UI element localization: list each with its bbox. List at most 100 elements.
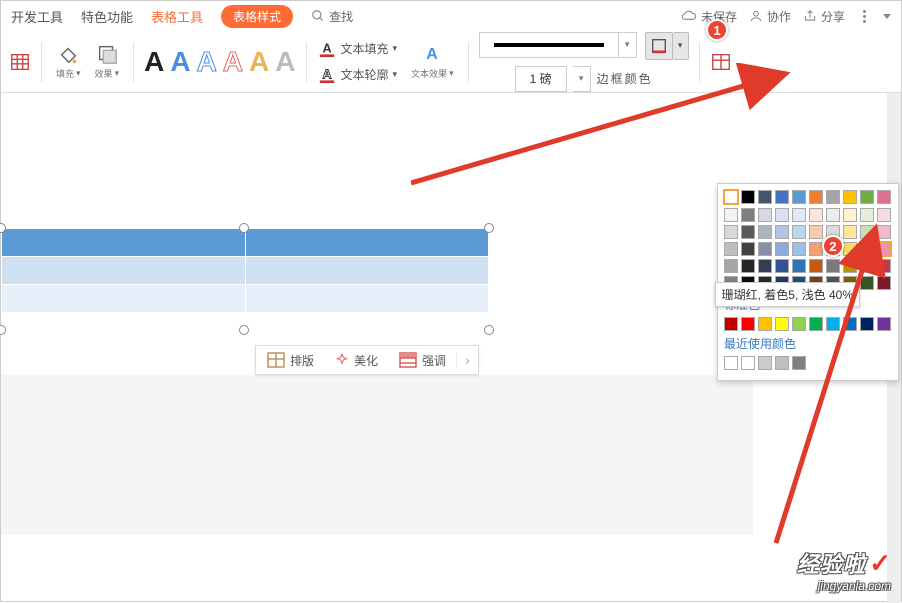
selection-handle[interactable]	[0, 325, 6, 335]
color-swatch[interactable]	[792, 317, 806, 331]
color-swatch[interactable]	[775, 259, 789, 273]
color-swatch[interactable]	[775, 242, 789, 256]
border-weight-caret[interactable]: ▾	[573, 66, 591, 92]
text-effect-button[interactable]: A 文本效果 ▾	[407, 41, 458, 82]
color-swatch[interactable]	[809, 190, 823, 204]
border-weight[interactable]: 1 磅	[515, 66, 567, 92]
color-swatch[interactable]	[758, 356, 772, 370]
color-swatch[interactable]	[826, 190, 840, 204]
selection-handle[interactable]	[239, 223, 249, 233]
border-color-text-button[interactable]: 边框颜色	[597, 70, 653, 87]
minimize-ribbon-icon[interactable]	[883, 14, 891, 19]
selection-handle[interactable]	[239, 325, 249, 335]
search-button[interactable]: 查找	[311, 8, 353, 25]
wordart-style-6[interactable]: A	[275, 46, 295, 78]
color-swatch[interactable]	[741, 356, 755, 370]
selection-handle[interactable]	[484, 325, 494, 335]
collab-button[interactable]: 协作	[749, 8, 791, 25]
color-swatch[interactable]	[843, 317, 857, 331]
border-line-style[interactable]	[479, 32, 619, 58]
color-swatch[interactable]	[826, 208, 840, 222]
table-properties-icon[interactable]	[710, 51, 732, 73]
color-swatch[interactable]	[792, 190, 806, 204]
color-swatch[interactable]	[843, 242, 857, 256]
ctx-beautify-button[interactable]: 美化	[324, 352, 388, 369]
color-swatch[interactable]	[758, 242, 772, 256]
text-fill-button[interactable]: A 文本填充 ▾	[317, 39, 398, 59]
text-outline-button[interactable]: A 文本轮廓 ▾	[317, 65, 398, 85]
color-swatch[interactable]	[758, 208, 772, 222]
tab-dev-tools[interactable]: 开发工具	[11, 7, 63, 26]
color-swatch[interactable]	[826, 259, 840, 273]
table-cell[interactable]	[245, 257, 489, 285]
border-line-style-caret[interactable]: ▾	[619, 32, 637, 58]
color-swatch[interactable]	[724, 259, 738, 273]
color-swatch[interactable]	[877, 276, 891, 290]
color-swatch[interactable]	[792, 242, 806, 256]
wordart-style-5[interactable]: A	[249, 46, 269, 78]
color-swatch[interactable]	[877, 208, 891, 222]
tab-special[interactable]: 特色功能	[81, 7, 133, 26]
color-swatch[interactable]	[877, 259, 891, 273]
color-swatch[interactable]	[775, 190, 789, 204]
color-swatch[interactable]	[775, 356, 789, 370]
color-swatch[interactable]	[860, 208, 874, 222]
color-swatch[interactable]	[758, 190, 772, 204]
color-swatch[interactable]	[724, 317, 738, 331]
wordart-style-4[interactable]: A	[223, 46, 243, 78]
color-swatch[interactable]	[724, 208, 738, 222]
color-swatch[interactable]	[741, 225, 755, 239]
color-swatch[interactable]	[860, 317, 874, 331]
color-swatch[interactable]	[860, 276, 874, 290]
selection-handle[interactable]	[484, 223, 494, 233]
color-swatch[interactable]	[792, 225, 806, 239]
share-button[interactable]: 分享	[803, 8, 845, 25]
color-swatch[interactable]	[809, 208, 823, 222]
color-swatch[interactable]	[775, 208, 789, 222]
table-cell[interactable]	[2, 229, 246, 257]
fill-button[interactable]: 填充 ▾	[52, 41, 85, 82]
color-swatch[interactable]	[792, 356, 806, 370]
color-swatch[interactable]	[741, 317, 755, 331]
effect-button[interactable]: 效果 ▾	[91, 41, 124, 82]
table-icon[interactable]	[9, 51, 31, 73]
slide-table[interactable]	[1, 228, 489, 313]
color-swatch[interactable]	[860, 242, 874, 256]
color-swatch[interactable]	[809, 225, 823, 239]
color-swatch[interactable]	[741, 208, 755, 222]
color-swatch[interactable]	[792, 259, 806, 273]
color-swatch[interactable]	[826, 317, 840, 331]
color-swatch[interactable]	[843, 225, 857, 239]
color-swatch[interactable]	[860, 225, 874, 239]
tab-table-style[interactable]: 表格样式	[221, 5, 293, 28]
wordart-style-1[interactable]: A	[144, 46, 164, 78]
border-color-button[interactable]	[645, 32, 673, 60]
color-swatch[interactable]	[877, 242, 891, 256]
color-swatch[interactable]	[843, 190, 857, 204]
ctx-layout-button[interactable]: 排版	[256, 351, 324, 369]
color-swatch[interactable]	[758, 225, 772, 239]
color-swatch[interactable]	[741, 259, 755, 273]
color-swatch[interactable]	[741, 242, 755, 256]
ctx-highlight-button[interactable]: 强调	[388, 351, 456, 369]
color-swatch[interactable]	[775, 317, 789, 331]
wordart-style-3[interactable]: A	[197, 46, 217, 78]
color-swatch[interactable]	[809, 317, 823, 331]
tab-table-tool[interactable]: 表格工具	[151, 7, 203, 26]
table-cell[interactable]	[245, 285, 489, 313]
color-swatch[interactable]	[775, 225, 789, 239]
color-swatch[interactable]	[741, 190, 755, 204]
border-color-caret[interactable]: ▾	[673, 32, 689, 60]
color-swatch[interactable]	[877, 317, 891, 331]
color-swatch[interactable]	[877, 225, 891, 239]
color-swatch[interactable]	[724, 242, 738, 256]
color-swatch[interactable]	[809, 242, 823, 256]
table-cell[interactable]	[2, 257, 246, 285]
color-swatch[interactable]	[860, 259, 874, 273]
table-cell[interactable]	[2, 285, 246, 313]
color-swatch[interactable]	[860, 190, 874, 204]
color-swatch[interactable]	[792, 208, 806, 222]
color-swatch[interactable]	[724, 190, 738, 204]
color-swatch[interactable]	[724, 356, 738, 370]
color-swatch[interactable]	[843, 208, 857, 222]
